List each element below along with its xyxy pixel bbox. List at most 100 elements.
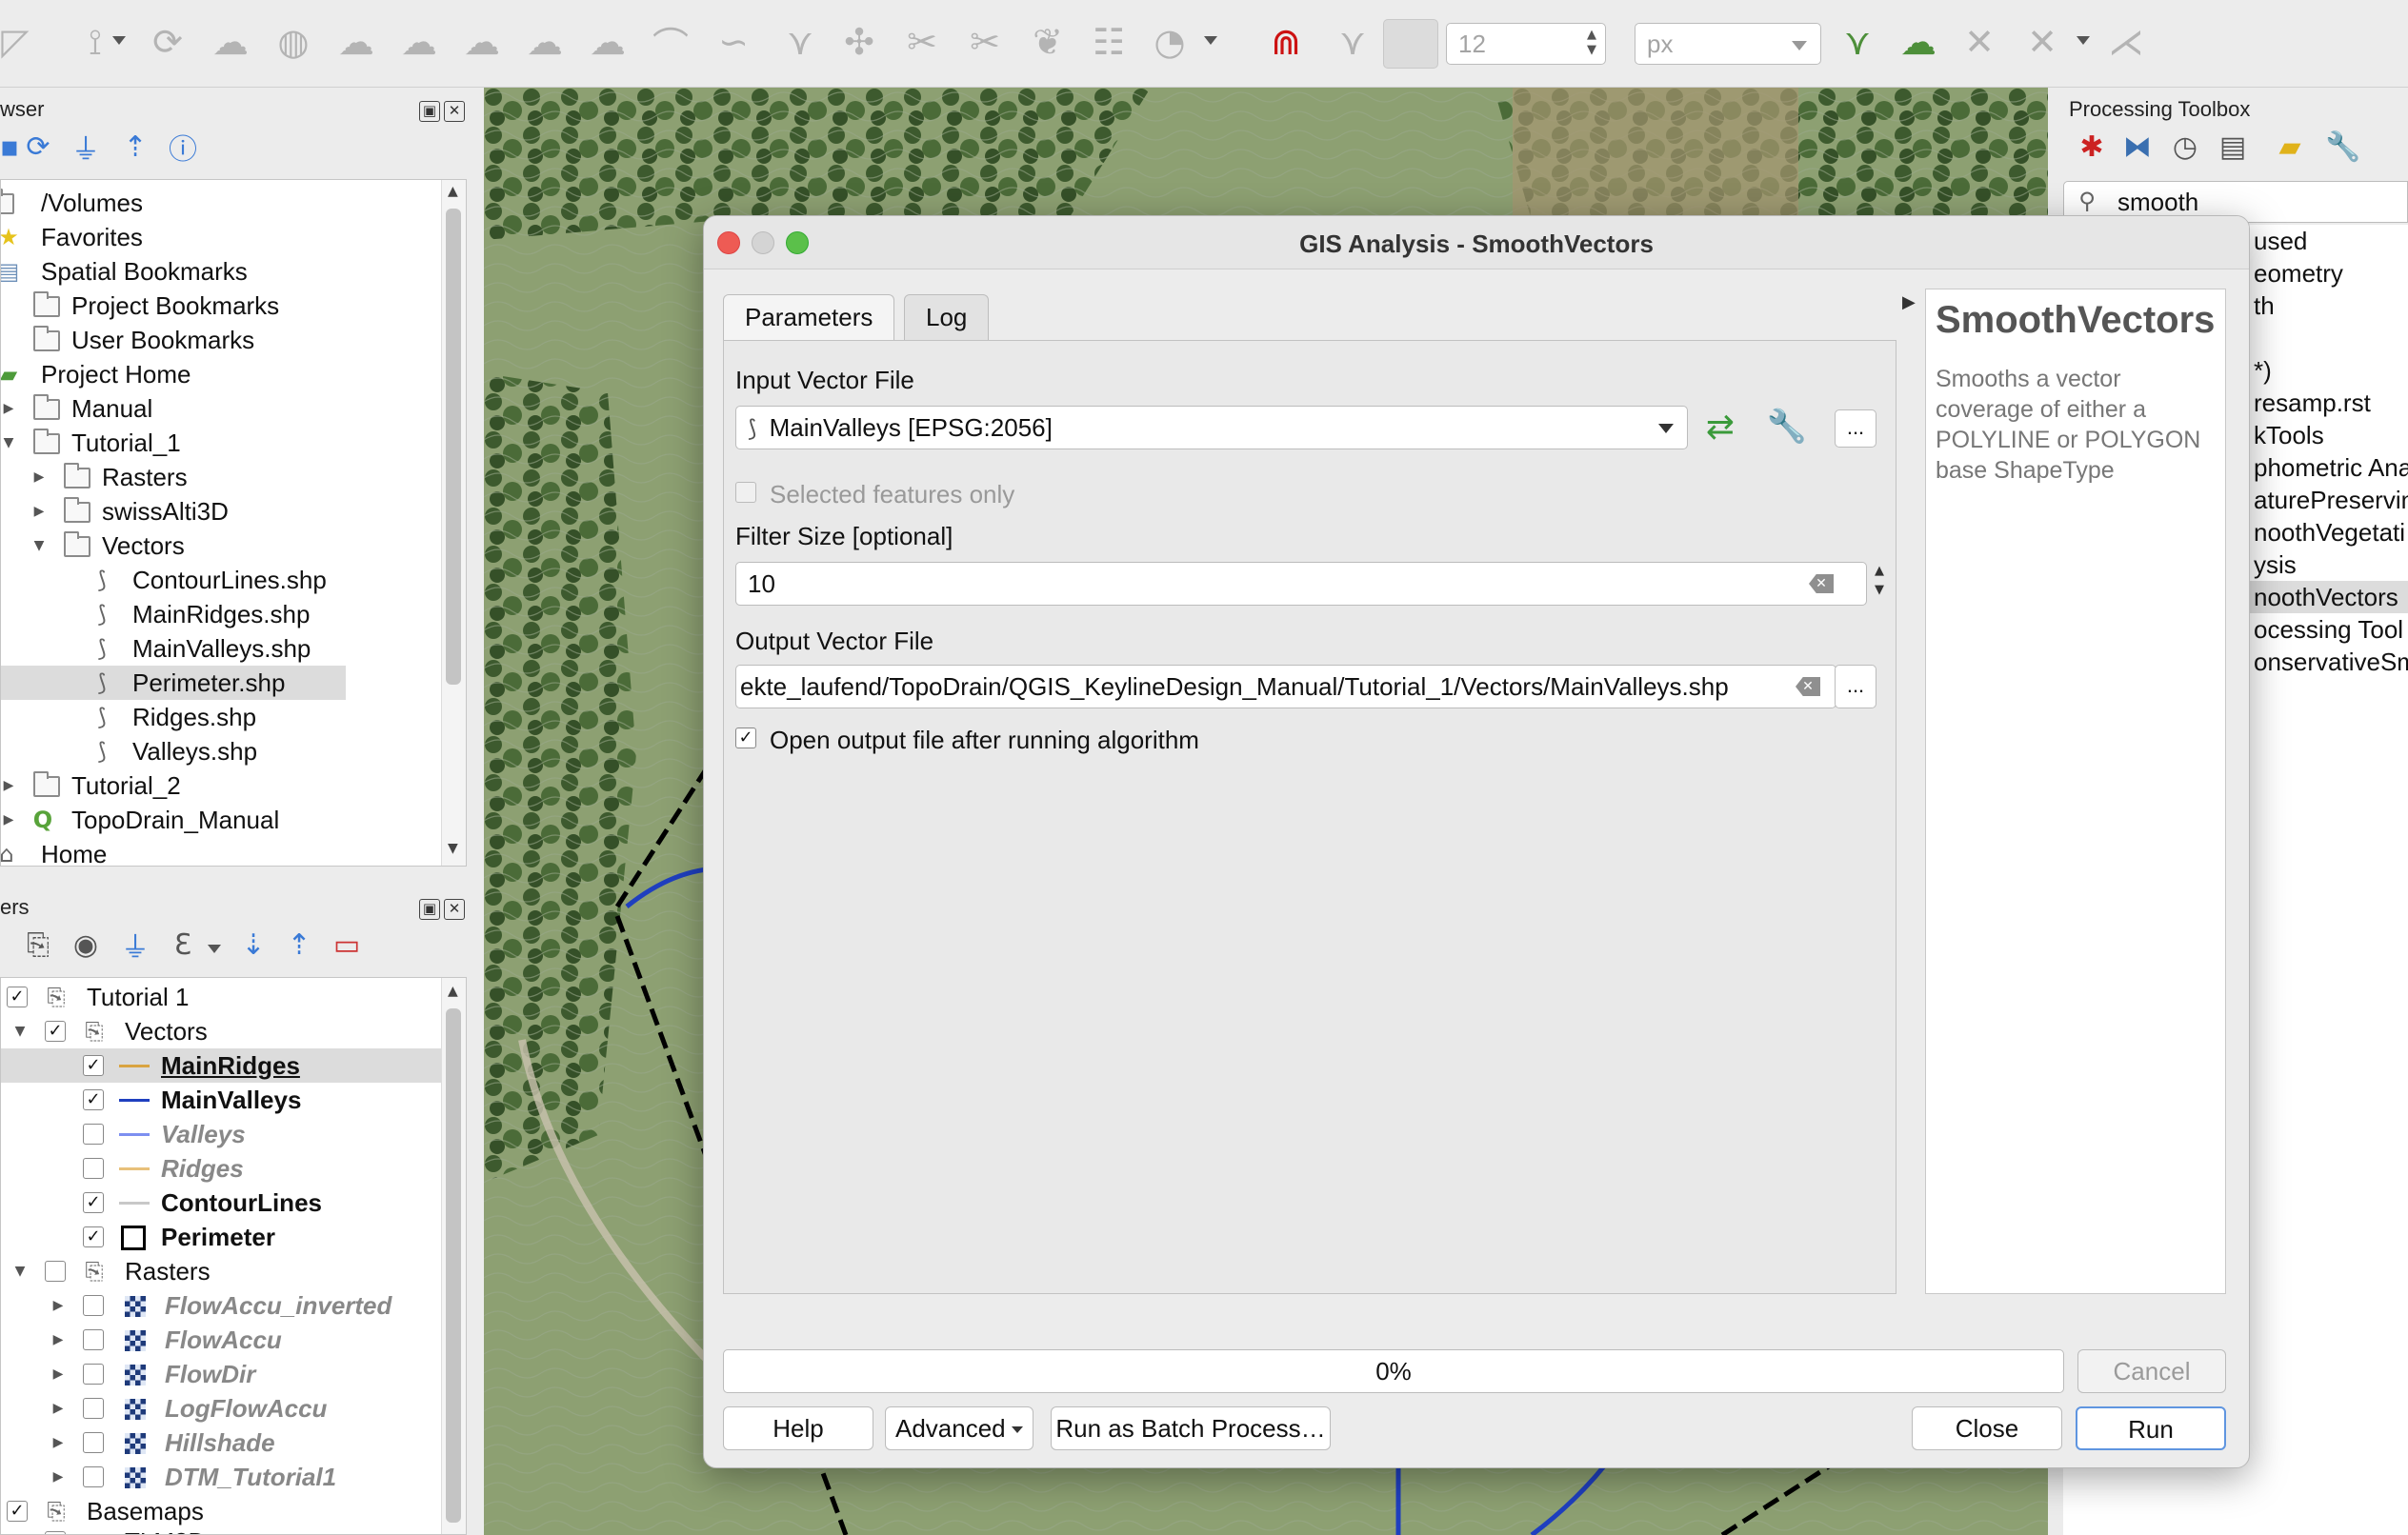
float-icon[interactable]: ▣ <box>419 899 440 920</box>
python-icon[interactable]: ⧓ <box>2118 128 2157 166</box>
browser-item-mainvalleys[interactable]: ⟆ MainValleys.shp <box>1 631 439 666</box>
layer-contourlines[interactable]: ContourLines <box>1 1186 439 1220</box>
browser-item-project-bookmarks[interactable]: Project Bookmarks <box>1 289 439 323</box>
browser-item-favorites[interactable]: ★ Favorites <box>1 220 439 254</box>
layer-logflowaccu[interactable]: ▶ LogFlowAccu <box>1 1391 439 1425</box>
chevron-right-icon[interactable]: ▶ <box>49 1323 68 1357</box>
snapping-magnet-icon[interactable]: ⋒ <box>1261 17 1311 67</box>
chevron-right-icon[interactable]: ▶ <box>49 1425 68 1460</box>
advanced-button[interactable]: Advanced <box>885 1406 1033 1450</box>
advanced-options-wrench-icon[interactable]: 🔧 <box>1767 408 1807 446</box>
browser-item-rasters[interactable]: ▶ Rasters <box>1 460 439 494</box>
layer-mainvalleys[interactable]: MainValleys <box>1 1083 439 1117</box>
reverse-line-icon[interactable]: ∽ <box>709 17 758 67</box>
close-icon[interactable]: ✕ <box>444 899 465 920</box>
offset-curve-icon[interactable]: ⌒ <box>646 17 695 67</box>
chevron-right-icon[interactable]: ▶ <box>30 494 49 528</box>
browser-item-user-bookmarks[interactable]: User Bookmarks <box>1 323 439 357</box>
models-gear-icon[interactable]: ✱ <box>2073 128 2111 166</box>
layer-dtm-tutorial1[interactable]: ▶ DTM_Tutorial1 <box>1 1460 439 1494</box>
close-button[interactable]: Close <box>1912 1406 2062 1450</box>
browser-item-vectors[interactable]: ▼ Vectors <box>1 528 439 563</box>
scroll-down-icon[interactable]: ▼ <box>448 841 458 856</box>
layer-checkbox[interactable] <box>83 1226 104 1247</box>
rotate-feature-icon[interactable]: ⟳ <box>143 17 192 67</box>
layers-scrollbar[interactable]: ▲ <box>441 978 466 1534</box>
output-vector-input[interactable]: ekte_laufend/TopoDrain/QGIS_KeylineDesig… <box>735 665 1836 708</box>
layer-group-basemaps[interactable]: ⎘ Basemaps <box>1 1494 439 1528</box>
layer-perimeter[interactable]: Perimeter <box>1 1220 439 1254</box>
snap-units-select[interactable]: px <box>1635 23 1821 65</box>
run-batch-button[interactable]: Run as Batch Process… <box>1051 1406 1331 1450</box>
layer-checkbox[interactable] <box>83 1466 104 1487</box>
chevron-down-icon[interactable] <box>208 945 221 953</box>
scroll-thumb[interactable] <box>446 1008 461 1523</box>
chevron-right-icon[interactable]: ▶ <box>1 803 18 837</box>
chevron-right-icon[interactable]: ▶ <box>30 460 49 494</box>
split-parts-icon[interactable]: ✣ <box>834 17 884 67</box>
layer-group-vectors[interactable]: ▼ ⎘ Vectors <box>1 1014 439 1048</box>
float-icon[interactable]: ▣ <box>419 101 440 122</box>
layer-checkbox[interactable] <box>7 987 28 1007</box>
expand-all-icon[interactable]: ⇣ <box>234 926 272 964</box>
layer-checkbox[interactable] <box>83 1055 104 1076</box>
layer-checkbox[interactable] <box>83 1089 104 1110</box>
layer-checkbox[interactable] <box>83 1398 104 1419</box>
browser-item-tutorial-1[interactable]: ▼ Tutorial_1 <box>1 426 439 460</box>
refresh-icon[interactable]: ⟳ <box>19 128 57 166</box>
filter-expression-icon[interactable]: ℇ <box>164 926 202 964</box>
collapse-all-icon[interactable]: ⇡ <box>280 926 318 964</box>
iterate-features-icon[interactable]: ⇄ <box>1701 408 1739 447</box>
filter-icon[interactable]: ⏚ <box>67 128 105 167</box>
scroll-up-icon[interactable]: ▲ <box>448 184 458 199</box>
tracing-icon[interactable]: ⋌ <box>2101 17 2151 67</box>
browser-item-perimeter[interactable]: ⟆ Perimeter.shp <box>1 666 346 700</box>
layer-checkbox[interactable] <box>83 1192 104 1213</box>
add-ring-icon[interactable]: ◍ <box>269 17 318 67</box>
browser-item-mainridges[interactable]: ⟆ MainRidges.shp <box>1 597 439 631</box>
snap-mode-button[interactable] <box>1383 19 1438 69</box>
browser-item-contourlines[interactable]: ⟆ ContourLines.shp <box>1 563 439 597</box>
chevron-down-icon[interactable] <box>1204 36 1217 45</box>
cancel-button[interactable]: Cancel <box>2077 1349 2226 1393</box>
scroll-up-icon[interactable]: ▲ <box>448 984 458 999</box>
tab-log[interactable]: Log <box>904 294 990 340</box>
offset-symbols-icon[interactable]: ☷ <box>1084 17 1134 67</box>
browser-item-manual[interactable]: ▶ Manual <box>1 391 439 426</box>
layer-checkbox[interactable] <box>83 1124 104 1145</box>
layer-checkbox[interactable] <box>83 1158 104 1179</box>
layer-flowaccu[interactable]: ▶ FlowAccu <box>1 1323 439 1357</box>
trim-extend-icon[interactable]: ◔ <box>1145 17 1194 67</box>
input-vector-select[interactable]: ⟆ MainValleys [EPSG:2056] <box>735 406 1688 449</box>
options-wrench-icon[interactable]: 🔧 <box>2324 128 2362 166</box>
scroll-thumb[interactable] <box>446 209 461 685</box>
intersection-snap-icon[interactable]: ✕ <box>1955 17 2004 67</box>
simplify-icon[interactable]: ☁ <box>206 17 255 67</box>
eye-icon[interactable]: ◉ <box>67 926 105 964</box>
browser-item-valleys[interactable]: ⟆ Valleys.shp <box>1 734 439 768</box>
layer-checkbox[interactable] <box>83 1432 104 1453</box>
browser-item-home[interactable]: ⌂ Home <box>1 837 439 866</box>
clear-icon[interactable]: ✕ <box>1796 677 1820 696</box>
layer-flowdir[interactable]: ▶ FlowDir <box>1 1357 439 1391</box>
layer-group-rasters[interactable]: ▼ ⎘ Rasters <box>1 1254 439 1288</box>
layer-flowaccu-inverted[interactable]: ▶ FlowAccu_inverted <box>1 1288 439 1323</box>
digitize-icon[interactable]: ◸ <box>0 17 40 67</box>
delete-part-icon[interactable]: ☁ <box>520 17 570 67</box>
tab-parameters[interactable]: Parameters <box>723 294 895 340</box>
snap-tolerance-input[interactable]: 12 ▲ ▼ <box>1446 23 1606 65</box>
browser-item-spatial-bookmarks[interactable]: ▤ Spatial Bookmarks <box>1 254 439 289</box>
reshape-icon[interactable]: ☁ <box>583 17 632 67</box>
self-snap-icon[interactable]: ✕ <box>2017 17 2067 67</box>
browser-item-volumes[interactable]: /Volumes <box>1 186 439 220</box>
fill-ring-icon[interactable]: ☁ <box>394 17 444 67</box>
merge-attributes-icon[interactable]: ✂ <box>960 17 1010 67</box>
selected-only-checkbox[interactable] <box>735 482 756 503</box>
collapse-all-icon[interactable]: ⇡ <box>116 128 154 166</box>
chevron-down-icon[interactable] <box>2077 36 2090 45</box>
filter-size-input[interactable]: 10 ✕ <box>735 562 1867 606</box>
dialog-titlebar[interactable]: GIS Analysis - SmoothVectors <box>704 216 2249 269</box>
chevron-right-icon[interactable]: ▶ <box>49 1391 68 1425</box>
browser-item-tutorial-2[interactable]: ▶ Tutorial_2 <box>1 768 439 803</box>
chevron-down-icon[interactable]: ▼ <box>10 1014 30 1048</box>
